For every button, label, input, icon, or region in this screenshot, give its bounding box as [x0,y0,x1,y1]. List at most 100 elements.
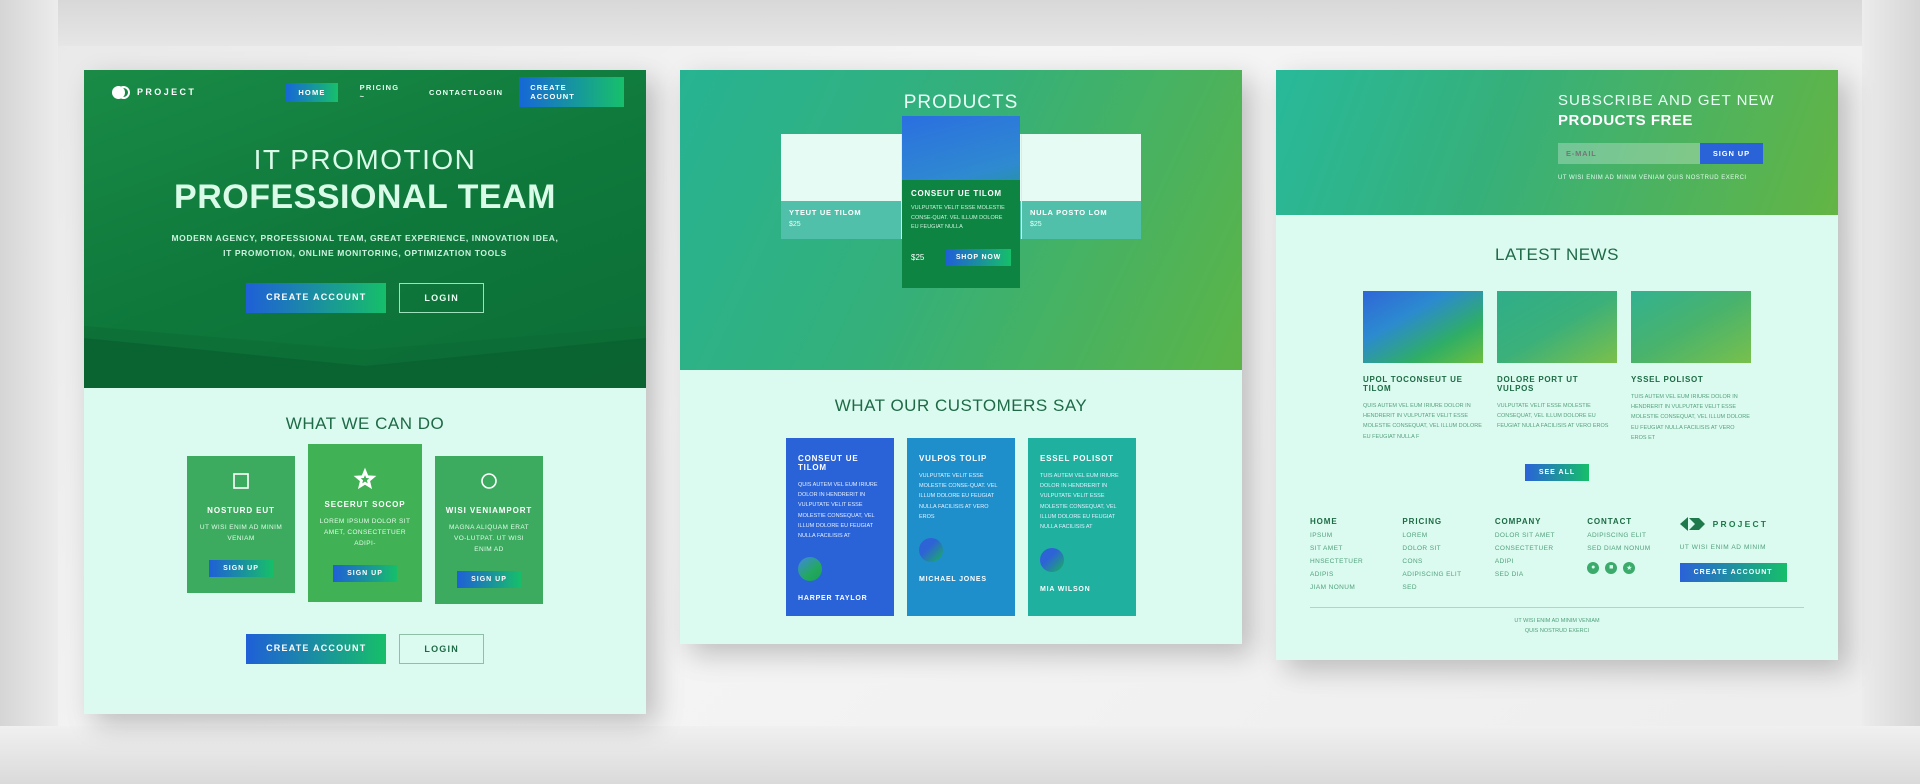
square-icon[interactable]: ■ [1605,561,1618,574]
panel-news-page: SUBSCRIBE AND GET NEW PRODUCTS FREE SIGN… [1276,70,1838,660]
footer-column-home: HOME IPSUM SIT AMET HNSECTETUER ADIPIS J… [1310,517,1402,591]
testimonial-card[interactable]: CONSEUT UE TILOM QUIS AUTEM VEL EUM IRIU… [786,438,894,617]
footer-brand-tagline: UT WISI ENIM AD MINIM [1679,543,1767,551]
product-featured-desc: VULPUTATE VELIT ESSE MOLESTIE CONSE-QUAT… [911,205,1005,231]
star-icon[interactable]: ★ [1623,561,1636,574]
product-tile[interactable]: YTEUT UE TILOM $25 [781,134,901,239]
nav-item-home[interactable]: HOME [286,82,338,102]
testimonial-desc: VULPUTATE VELIT ESSE MOLESTIE CONSE-QUAT… [919,473,998,520]
service-card-desc: LOREM IPSUM DOLOR SIT AMET, CONSECTETUER… [319,518,411,548]
products-title: PRODUCTS [903,92,1019,113]
news-card[interactable]: UPOL TOCONSEUT UE TILOM QUIS AUTEM VEL E… [1363,291,1483,443]
footer-divider [1310,606,1804,608]
product-featured-price: $25 [911,252,925,262]
see-all-button[interactable]: SEE ALL [1524,463,1590,481]
avatar [798,557,822,582]
circle-icon[interactable]: ● [1587,561,1600,574]
subscribe-title: PRODUCTS FREE [1558,112,1693,129]
hero-subtitle-line2: IT PROMOTION, ONLINE MONITORING, OPTIMIZ… [223,247,507,258]
hero-login-button[interactable]: LOGIN [399,282,484,313]
footer-link[interactable]: HNSECTETUER [1310,558,1402,565]
footer-create-account-button[interactable]: CREATE ACCOUNT [1679,562,1787,582]
footer-link[interactable]: ADIPI [1495,558,1587,565]
testimonials-title: WHAT OUR CUSTOMERS SAY [834,396,1088,415]
product-price: $25 [1030,221,1042,228]
footer-column-pricing: PRICING LOREM DOLOR SIT CONS ADIPISCING … [1402,517,1494,591]
hero-buttons: CREATE ACCOUNT LOGIN [84,282,646,313]
subscribe-signup-button[interactable]: SIGN UP [1699,143,1763,164]
testimonial-title: VULPOS TOLIP [919,454,988,463]
square-icon [197,472,285,494]
footer-link[interactable]: ADIPIS [1310,571,1402,578]
footer-brand-name: PROJECT [1712,518,1769,529]
nav-links: HOME PRICING ~ CONTACT [286,82,474,102]
subscribe-section: SUBSCRIBE AND GET NEW PRODUCTS FREE SIGN… [1276,70,1838,215]
shop-now-button[interactable]: SHOP NOW [945,248,1011,266]
navbar: PROJECT HOME PRICING ~ CONTACT LOGIN CRE… [84,70,646,114]
footer-link[interactable]: CONS [1402,558,1494,565]
product-featured-card[interactable]: CONSEUT UE TILOM VULPUTATE VELIT ESSE MO… [902,116,1020,288]
product-featured-title: CONSEUT UE TILOM [911,189,1002,198]
footer-note-line1: UT WISI ENIM AD MINIM VENIAM [1514,617,1600,624]
service-card[interactable]: NOSTURD EUT UT WISI ENIM AD MINIM VENIAM… [187,456,295,594]
hero-section: PROJECT HOME PRICING ~ CONTACT LOGIN CRE… [84,70,646,388]
products-hero: PRODUCTS YTEUT UE TILOM $25 MOSEUT UER T… [680,70,1242,370]
footer-link[interactable]: SIT AMET [1310,545,1402,552]
brand-name: PROJECT [137,87,197,97]
footer-link[interactable]: JIAM NONUM [1310,584,1402,591]
see-all-wrap: SEE ALL [1276,443,1838,489]
footer-note: UT WISI ENIM AD MINIM VENIAM QUIS NOSTRU… [1310,617,1804,651]
footer-link[interactable]: ADIPISCING ELIT [1587,532,1679,539]
service-signup-button[interactable]: SIGN UP [209,560,273,578]
footer-link[interactable]: SED DIA [1495,571,1587,578]
footer-link[interactable]: IPSUM [1310,532,1402,539]
footer-link[interactable]: CONSECTETUER [1495,545,1587,552]
testimonials-list: CONSEUT UE TILOM QUIS AUTEM VEL EUM IRIU… [680,438,1242,644]
footer-column-company: COMPANY DOLOR SIT AMET CONSECTETUER ADIP… [1495,517,1587,591]
footer-link[interactable]: SED DIAM NONUM [1587,545,1679,552]
hero-create-account-button[interactable]: CREATE ACCOUNT [246,282,387,313]
testimonial-author: MICHAEL JONES [919,575,987,583]
testimonial-author: MIA WILSON [1040,586,1091,594]
nav-item-pricing[interactable]: PRICING ~ [360,83,407,101]
product-tile[interactable]: NULA POSTO LOM $25 [1021,134,1141,239]
footer-column-heading: COMPANY [1494,516,1542,526]
footer-link[interactable]: LOREM [1402,532,1494,539]
email-input[interactable] [1558,143,1700,164]
news-card[interactable]: YSSEL POLISOT TUIS AUTEM VEL EUM IRIURE … [1631,291,1751,443]
footer-link[interactable]: DOLOR SIT [1402,545,1494,552]
footer-brand[interactable]: PROJECT [1679,516,1804,531]
nav-item-contact[interactable]: CONTACT [429,88,474,97]
service-signup-button[interactable]: SIGN UP [457,571,521,589]
service-card-title: SECERUT SOCOP [324,500,406,509]
services-create-account-button[interactable]: CREATE ACCOUNT [246,634,387,665]
panel-home-page: PROJECT HOME PRICING ~ CONTACT LOGIN CRE… [84,70,646,714]
footer-link[interactable]: DOLOR SIT AMET [1495,532,1587,539]
product-price: $25 [789,221,801,228]
product-featured-body: CONSEUT UE TILOM VULPUTATE VELIT ESSE MO… [902,180,1020,288]
news-thumbnail [1497,291,1617,363]
latest-news-title: LATEST NEWS [1495,245,1619,264]
avatar [1040,548,1064,573]
nav-login-link[interactable]: LOGIN [474,88,504,97]
footer-link[interactable]: SED [1402,584,1494,591]
shelf-bottom [0,726,1920,784]
news-card[interactable]: DOLORE PORT UT VULPOS VULPUTATE VELIT ES… [1497,291,1617,443]
testimonial-card[interactable]: VULPOS TOLIP VULPUTATE VELIT ESSE MOLEST… [907,438,1015,617]
testimonial-title: ESSEL POLISOT [1040,454,1114,463]
services-login-button[interactable]: LOGIN [399,634,484,665]
logo-circles-icon [112,85,130,99]
service-card-featured[interactable]: SECERUT SOCOP LOREM IPSUM DOLOR SIT AMET… [308,444,422,603]
testimonial-card[interactable]: ESSEL POLISOT TUIS AUTEM VEL EUM IRIURE … [1028,438,1136,617]
service-signup-button[interactable]: SIGN UP [333,565,397,583]
star-icon [318,466,412,490]
nav-create-account-button[interactable]: CREATE ACCOUNT [519,77,624,107]
service-card[interactable]: WISI VENIAMPORT MAGNA ALIQUAM ERAT VO-LU… [435,456,543,605]
subscribe-form: SIGN UP [1558,143,1763,164]
product-tile-info: YTEUT UE TILOM $25 [781,201,901,239]
service-cards: NOSTURD EUT UT WISI ENIM AD MINIM VENIAM… [84,444,646,605]
brand-logo[interactable]: PROJECT [112,85,197,99]
footer-link[interactable]: ADIPISCING ELIT [1402,571,1494,578]
service-card-desc: UT WISI ENIM AD MINIM VENIAM [199,524,283,543]
testimonial-title: CONSEUT UE TILOM [798,454,859,472]
